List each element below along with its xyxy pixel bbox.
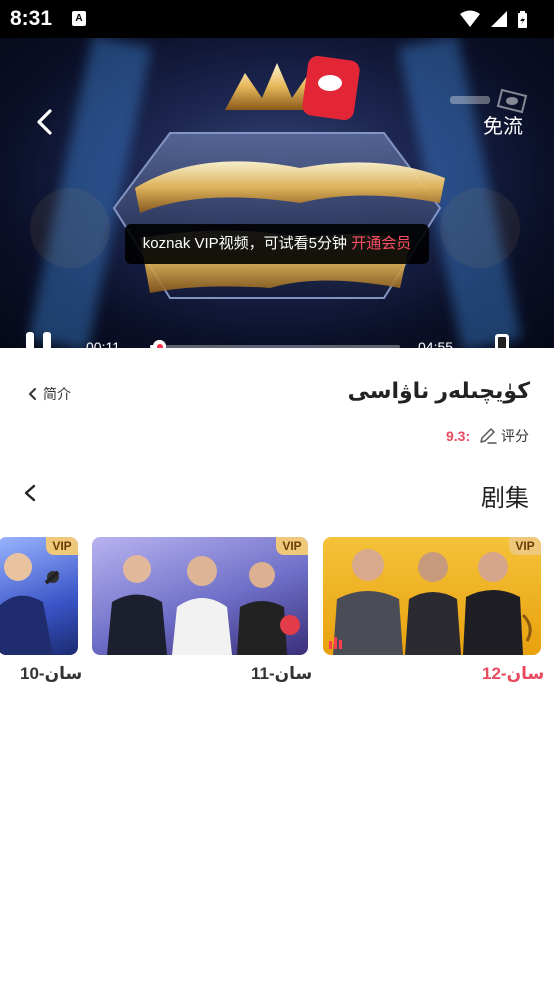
open-vip-link[interactable]: 开通会员 — [351, 235, 411, 252]
total-time: 04:55 — [418, 339, 454, 348]
episode-label-10: 10-سان — [20, 664, 83, 683]
episode-label-11: 11-سان — [251, 664, 313, 683]
episode-thumbnail — [333, 549, 532, 655]
show-title: كۈيچىلەر ناۋاسى — [347, 378, 530, 403]
rating[interactable]: 9.3: 评分 — [446, 426, 529, 446]
wifi-icon — [460, 10, 480, 27]
battery-icon — [518, 11, 527, 28]
notification-a-icon: A — [72, 11, 86, 26]
vip-badge: VIP — [276, 537, 308, 555]
episodes-more-button[interactable] — [20, 482, 40, 509]
episode-thumbnail — [107, 555, 300, 655]
episode-label-12: 12-سان — [482, 664, 545, 683]
intro-button[interactable]: 简介 — [26, 384, 71, 404]
chevron-left-icon — [29, 388, 36, 400]
back-button[interactable] — [30, 106, 60, 138]
episode-card-11[interactable]: VIP — [92, 537, 308, 655]
status-icons — [458, 9, 544, 34]
chevron-left-icon — [37, 109, 52, 135]
episodes-header: 剧集 — [481, 485, 529, 512]
toast-text: koznak VIP视频，可试看5分钟 — [142, 235, 348, 252]
episode-card-10[interactable]: VIP — [0, 537, 78, 655]
video-player[interactable]: 免流 koznak VIP视频，可试看5分钟 开通会员 00:11 04:55 — [0, 38, 554, 348]
signal-icon — [491, 11, 507, 27]
status-bar: 8:31 A — [0, 0, 554, 38]
intro-label: 简介 — [43, 386, 71, 402]
now-playing-icon — [329, 631, 344, 649]
progress-knob[interactable] — [153, 340, 167, 348]
pause-icon-bar — [43, 332, 51, 348]
pencil-icon — [480, 428, 497, 444]
rotate-screen-button[interactable] — [492, 332, 526, 348]
status-time: 8:31 — [10, 7, 53, 30]
vip-badge: VIP — [509, 537, 541, 555]
current-time: 00:11 — [86, 339, 120, 348]
rating-label: 评分 — [501, 428, 529, 444]
vip-trial-toast: koznak VIP视频，可试看5分钟 开通会员 — [125, 224, 429, 264]
video-frame-artwork — [30, 55, 520, 299]
chevron-left-icon — [24, 484, 36, 502]
vip-badge: VIP — [46, 537, 78, 555]
progress-bar[interactable] — [150, 340, 400, 348]
free-data-button[interactable]: 免流 — [483, 110, 523, 139]
pause-icon-bar — [26, 332, 34, 348]
rotate-screen-icon — [495, 334, 509, 348]
rating-score: 9.3: — [445, 428, 471, 444]
pause-button[interactable] — [26, 332, 54, 348]
episode-card-12[interactable]: VIP — [323, 537, 541, 655]
